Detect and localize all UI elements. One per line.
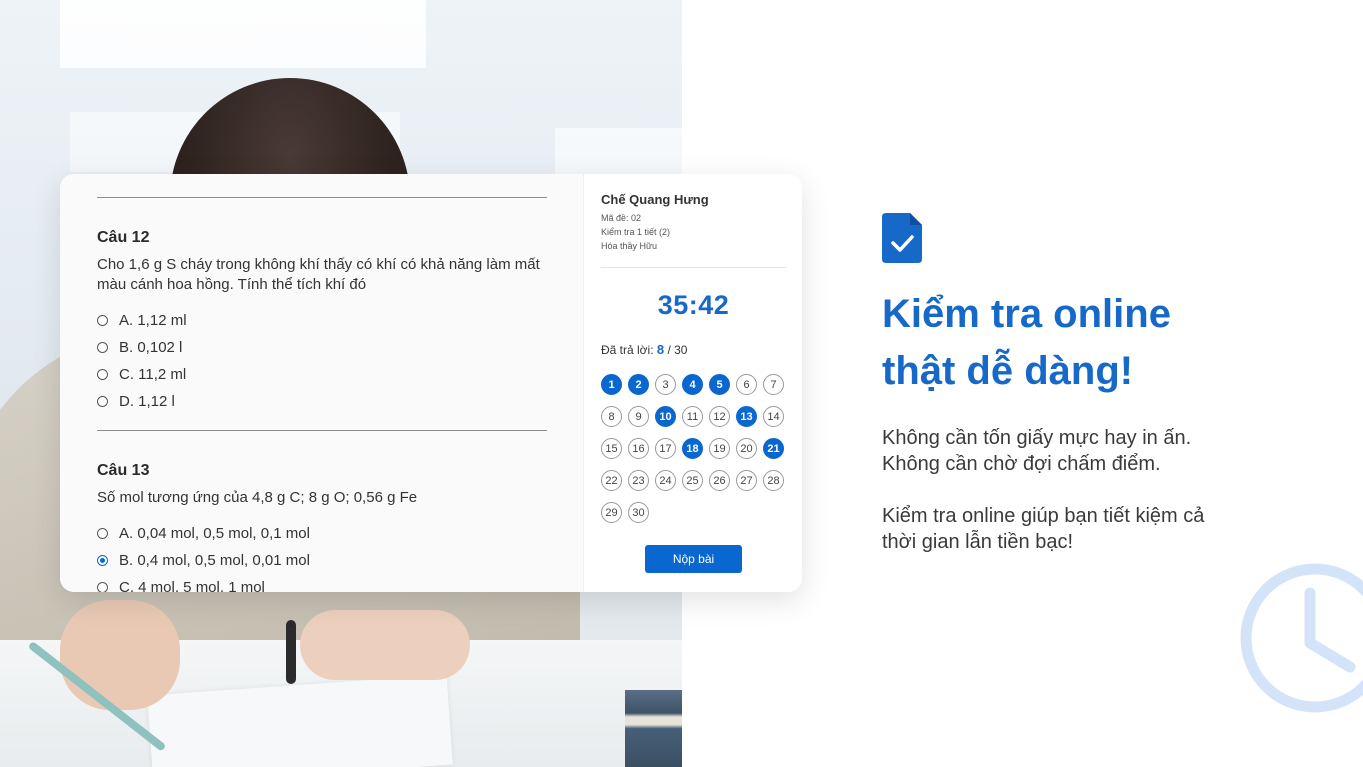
question-number-24[interactable]: 24 bbox=[655, 470, 676, 491]
divider bbox=[601, 267, 786, 268]
exam-code: Mã đề: 02 bbox=[601, 213, 642, 223]
question-number-11[interactable]: 11 bbox=[682, 406, 703, 427]
question-number-21[interactable]: 21 bbox=[763, 438, 784, 459]
exam-card: Câu 12 Cho 1,6 g S cháy trong không khí … bbox=[60, 174, 802, 592]
question-number-14[interactable]: 14 bbox=[763, 406, 784, 427]
question-number-12[interactable]: 12 bbox=[709, 406, 730, 427]
subtext-line: thời gian lẫn tiền bạc! bbox=[882, 531, 1074, 553]
question-number-29[interactable]: 29 bbox=[601, 502, 622, 523]
submit-button[interactable]: Nộp bài bbox=[645, 545, 742, 573]
answered-total: / 30 bbox=[667, 343, 688, 357]
question-number-13[interactable]: 13 bbox=[736, 406, 757, 427]
question-number-26[interactable]: 26 bbox=[709, 470, 730, 491]
question-number-5[interactable]: 5 bbox=[709, 374, 730, 395]
radio-button[interactable] bbox=[97, 369, 108, 380]
question-number-18[interactable]: 18 bbox=[682, 438, 703, 459]
question-text: Cho 1,6 g S cháy trong không khí thấy có… bbox=[97, 256, 540, 293]
radio-button-selected[interactable] bbox=[97, 555, 108, 566]
question-number-1[interactable]: 1 bbox=[601, 374, 622, 395]
question-number-3[interactable]: 3 bbox=[655, 374, 676, 395]
option-b[interactable]: B. 0,102 l bbox=[97, 334, 546, 361]
question-number-9[interactable]: 9 bbox=[628, 406, 649, 427]
page: Câu 12 Cho 1,6 g S cháy trong không khí … bbox=[0, 0, 1363, 767]
radio-button[interactable] bbox=[97, 315, 108, 326]
books bbox=[625, 690, 682, 767]
question-13: Câu 13 Số mol tương ứng của 4,8 g C; 8 g… bbox=[97, 462, 546, 592]
option-c[interactable]: C. 4 mol, 5 mol, 1 mol bbox=[97, 574, 546, 592]
option-label: A. 0,04 mol, 0,5 mol, 0,1 mol bbox=[119, 525, 310, 542]
divider bbox=[97, 197, 547, 198]
option-label: B. 0,102 l bbox=[119, 339, 183, 356]
option-label: C. 4 mol, 5 mol, 1 mol bbox=[119, 579, 265, 592]
question-number-20[interactable]: 20 bbox=[736, 438, 757, 459]
document-check-icon bbox=[882, 213, 922, 263]
student-name: Chế Quang Hưng bbox=[601, 192, 709, 207]
question-number-30[interactable]: 30 bbox=[628, 502, 649, 523]
question-number-19[interactable]: 19 bbox=[709, 438, 730, 459]
option-label: B. 0,4 mol, 0,5 mol, 0,01 mol bbox=[119, 552, 310, 569]
question-number-8[interactable]: 8 bbox=[601, 406, 622, 427]
option-d[interactable]: D. 1,12 l bbox=[97, 388, 546, 415]
subtext-line: Không cần chờ đợi chấm điểm. bbox=[882, 453, 1161, 475]
question-number-28[interactable]: 28 bbox=[763, 470, 784, 491]
radio-button[interactable] bbox=[97, 342, 108, 353]
question-panel[interactable]: Câu 12 Cho 1,6 g S cháy trong không khí … bbox=[60, 174, 583, 592]
exam-name: Kiểm tra 1 tiết (2) bbox=[601, 227, 671, 237]
option-list: A. 1,12 ml B. 0,102 l C. 11,2 ml D. 1,12… bbox=[97, 307, 546, 415]
headline-line: Kiểm tra online bbox=[882, 292, 1171, 336]
question-number-7[interactable]: 7 bbox=[763, 374, 784, 395]
teacher-name: Hóa thầy Hữu bbox=[601, 241, 658, 251]
answered-status: Đã trả lời: 8 / 30 bbox=[601, 342, 786, 357]
option-label: A. 1,12 ml bbox=[119, 312, 187, 329]
option-c[interactable]: C. 11,2 ml bbox=[97, 361, 546, 388]
question-number-25[interactable]: 25 bbox=[682, 470, 703, 491]
question-number-27[interactable]: 27 bbox=[736, 470, 757, 491]
radio-button[interactable] bbox=[97, 582, 108, 592]
subtext-line: Không cần tốn giấy mực hay in ấn. bbox=[882, 427, 1192, 449]
countdown-timer: 35:42 bbox=[657, 290, 730, 320]
question-title: Câu 12 bbox=[97, 229, 150, 246]
question-number-23[interactable]: 23 bbox=[628, 470, 649, 491]
arm bbox=[300, 610, 470, 680]
subtext-line: Kiểm tra online giúp bạn tiết kiệm cả bbox=[882, 505, 1205, 527]
question-number-16[interactable]: 16 bbox=[628, 438, 649, 459]
question-number-6[interactable]: 6 bbox=[736, 374, 757, 395]
answered-label: Đã trả lời: bbox=[601, 343, 654, 357]
option-b[interactable]: B. 0,4 mol, 0,5 mol, 0,01 mol bbox=[97, 547, 546, 574]
option-a[interactable]: A. 1,12 ml bbox=[97, 307, 546, 334]
question-number-15[interactable]: 15 bbox=[601, 438, 622, 459]
radio-button[interactable] bbox=[97, 528, 108, 539]
option-list: A. 0,04 mol, 0,5 mol, 0,1 mol B. 0,4 mol… bbox=[97, 520, 546, 592]
question-title: Câu 13 bbox=[97, 462, 150, 479]
answered-count: 8 bbox=[656, 342, 665, 357]
exam-meta: Mã đề: 02 Kiểm tra 1 tiết (2) Hóa thầy H… bbox=[601, 211, 786, 253]
question-number-17[interactable]: 17 bbox=[655, 438, 676, 459]
option-a[interactable]: A. 0,04 mol, 0,5 mol, 0,1 mol bbox=[97, 520, 546, 547]
promo-subtext-2: Kiểm tra online giúp bạn tiết kiệm cả th… bbox=[882, 503, 1322, 555]
question-navigator: 1 2 3 4 5 6 7 8 9 10 11 12 13 14 15 16 17 18 19 20 21 22 23 24 2… bbox=[601, 374, 786, 523]
exam-sidebar: Chế Quang Hưng Mã đề: 02 Kiểm tra 1 tiết… bbox=[583, 174, 802, 592]
clock-icon bbox=[1240, 563, 1363, 713]
option-label: C. 11,2 ml bbox=[119, 366, 187, 383]
question-number-10[interactable]: 10 bbox=[655, 406, 676, 427]
promo-headline: Kiểm tra online thật dễ dàng! bbox=[882, 286, 1302, 400]
divider bbox=[97, 430, 547, 431]
bracelet bbox=[286, 620, 296, 684]
question-number-4[interactable]: 4 bbox=[682, 374, 703, 395]
question-number-2[interactable]: 2 bbox=[628, 374, 649, 395]
question-number-22[interactable]: 22 bbox=[601, 470, 622, 491]
question-12: Câu 12 Cho 1,6 g S cháy trong không khí … bbox=[97, 229, 546, 415]
option-label: D. 1,12 l bbox=[119, 393, 175, 410]
question-text: Số mol tương ứng của 4,8 g C; 8 g O; 0,5… bbox=[97, 489, 418, 506]
headline-line: thật dễ dàng! bbox=[882, 349, 1134, 393]
radio-button[interactable] bbox=[97, 396, 108, 407]
promo-subtext: Không cần tốn giấy mực hay in ấn. Không … bbox=[882, 425, 1322, 477]
hand bbox=[60, 600, 180, 710]
